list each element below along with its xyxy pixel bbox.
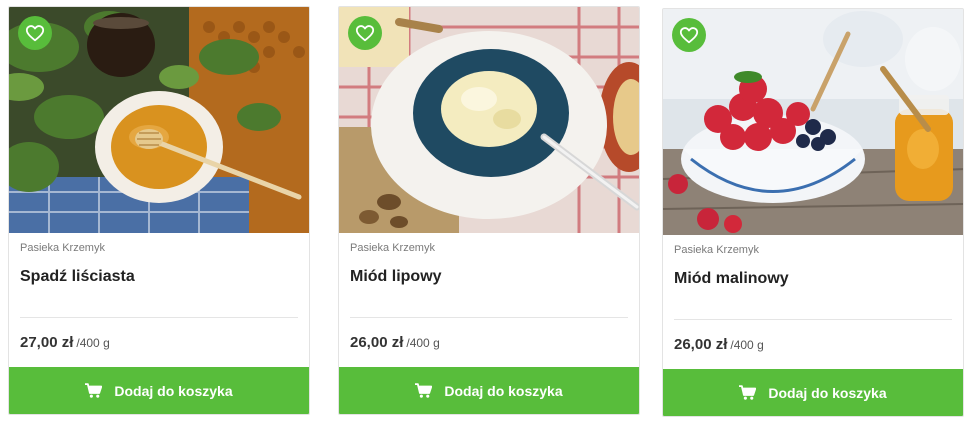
divider: [350, 317, 628, 318]
heart-icon: [355, 25, 375, 42]
product-photo: [9, 7, 309, 233]
favorite-button[interactable]: [18, 16, 52, 50]
product-photo: [339, 7, 639, 233]
product-photo: [663, 9, 963, 235]
cart-icon: [85, 383, 103, 398]
product-image[interactable]: [9, 7, 309, 233]
product-title[interactable]: Spadź liściasta: [20, 267, 298, 307]
add-to-cart-label: Dodaj do koszyka: [444, 382, 563, 399]
product-price: 26,00 zł: [350, 334, 404, 351]
product-title[interactable]: Miód lipowy: [350, 267, 628, 307]
heart-icon: [25, 25, 45, 42]
product-card[interactable]: Pasieka Krzemyk Miód malinowy 26,00 zł/4…: [662, 8, 964, 417]
price-row: 26,00 zł/400 g: [350, 334, 628, 352]
price-row: 27,00 zł/400 g: [20, 334, 298, 352]
add-to-cart-button[interactable]: Dodaj do koszyka: [663, 369, 963, 416]
vendor-name: Pasieka Krzemyk: [20, 242, 105, 254]
vendor-name: Pasieka Krzemyk: [350, 242, 435, 254]
add-to-cart-button[interactable]: Dodaj do koszyka: [9, 367, 309, 414]
product-unit: /400 g: [76, 336, 110, 350]
heart-icon: [679, 27, 699, 44]
product-image[interactable]: [339, 7, 639, 233]
favorite-button[interactable]: [348, 16, 382, 50]
cart-icon: [415, 383, 433, 398]
product-price: 26,00 zł: [674, 336, 728, 353]
favorite-button[interactable]: [672, 18, 706, 52]
product-unit: /400 g: [730, 338, 764, 352]
price-row: 26,00 zł/400 g: [674, 336, 952, 354]
add-to-cart-button[interactable]: Dodaj do koszyka: [339, 367, 639, 414]
add-to-cart-label: Dodaj do koszyka: [114, 382, 233, 399]
product-image[interactable]: [663, 9, 963, 235]
divider: [674, 319, 952, 320]
product-card[interactable]: Pasieka Krzemyk Spadź liściasta 27,00 zł…: [8, 6, 310, 415]
cart-icon: [739, 385, 757, 400]
divider: [20, 317, 298, 318]
product-card[interactable]: Pasieka Krzemyk Miód lipowy 26,00 zł/400…: [338, 6, 640, 415]
product-unit: /400 g: [406, 336, 440, 350]
product-title[interactable]: Miód malinowy: [674, 269, 952, 309]
vendor-name: Pasieka Krzemyk: [674, 244, 759, 256]
product-price: 27,00 zł: [20, 334, 74, 351]
add-to-cart-label: Dodaj do koszyka: [768, 384, 887, 401]
